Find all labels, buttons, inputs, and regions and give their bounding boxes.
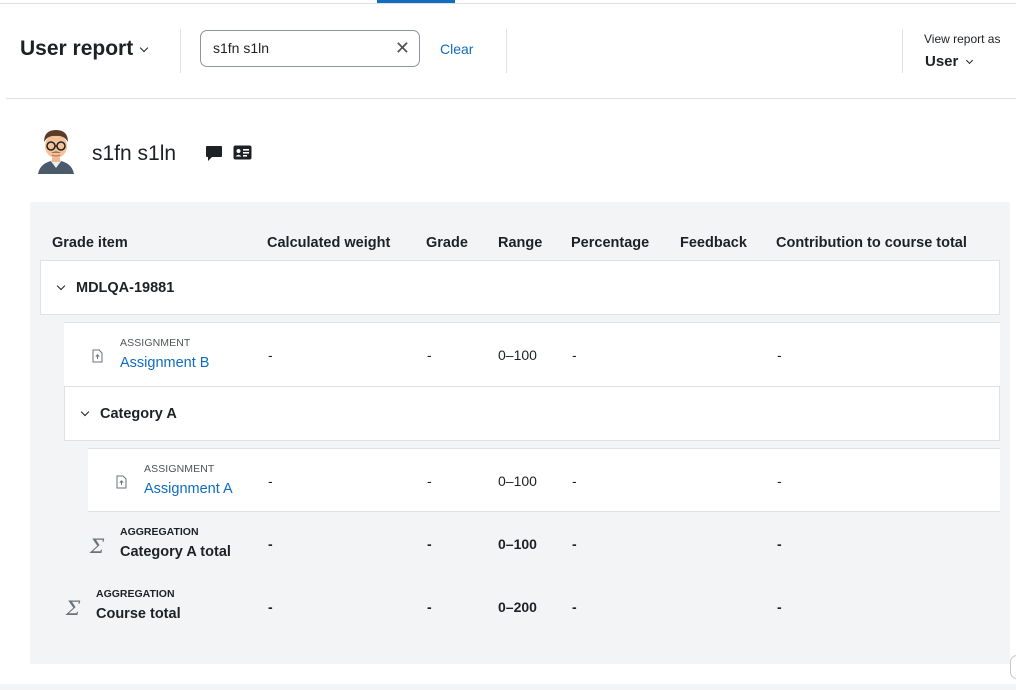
- weight-value: -: [268, 347, 273, 363]
- chevron-down-icon: [139, 43, 149, 52]
- column-header-feedback: Feedback: [680, 235, 747, 251]
- chevron-down-icon: [80, 407, 90, 417]
- column-header-grade: Grade: [426, 235, 468, 251]
- grade-value: -: [427, 473, 432, 489]
- chevron-down-icon: [56, 281, 66, 291]
- user-fullname[interactable]: s1fn s1ln: [92, 142, 176, 166]
- sigma-icon: Σ: [66, 596, 81, 620]
- sigma-icon: Σ: [90, 534, 105, 558]
- column-header-range: Range: [498, 235, 543, 251]
- category-name: MDLQA-19881: [76, 280, 175, 296]
- clear-search-icon[interactable]: ✕: [395, 39, 410, 57]
- column-header-calculated-weight: Calculated weight: [267, 235, 391, 251]
- column-header-contribution: Contribution to course total: [776, 235, 967, 251]
- range-value: 0–200: [498, 599, 537, 615]
- percentage-value: -: [572, 599, 577, 615]
- grade-value: -: [427, 536, 432, 552]
- category-toggle[interactable]: MDLQA-19881: [56, 280, 175, 296]
- item-type-label: AGGREGATION: [120, 526, 199, 538]
- category-row: [64, 386, 1000, 441]
- view-as-dropdown[interactable]: User: [925, 53, 974, 70]
- percentage-value: -: [572, 473, 577, 489]
- item-type-label: AGGREGATION: [96, 588, 175, 600]
- chevron-down-icon: [966, 56, 974, 64]
- column-header-grade-item: Grade item: [52, 235, 128, 251]
- category-row: [40, 260, 1000, 315]
- speech-bubble-icon[interactable]: [205, 145, 223, 162]
- user-avatar[interactable]: [34, 126, 78, 174]
- range-value: 0–100: [498, 473, 537, 489]
- range-value: 0–100: [498, 347, 537, 363]
- header-separator: [180, 29, 181, 73]
- category-toggle[interactable]: Category A: [80, 406, 177, 422]
- aggregation-name: Category A total: [120, 544, 231, 560]
- header-separator: [506, 29, 507, 73]
- report-selector[interactable]: User report: [20, 37, 149, 61]
- contribution-value: -: [777, 536, 782, 552]
- grade-value: -: [427, 599, 432, 615]
- assignment-link[interactable]: Assignment B: [120, 355, 209, 371]
- user-search-input[interactable]: [213, 40, 383, 56]
- table-row: [88, 448, 1000, 512]
- item-type-label: ASSIGNMENT: [144, 463, 215, 475]
- weight-value: -: [268, 599, 273, 615]
- view-as-value: User: [925, 53, 959, 70]
- weight-value: -: [268, 536, 273, 552]
- grade-table: Grade item Calculated weight Grade Range…: [30, 202, 1010, 664]
- assignment-file-icon: [92, 349, 103, 363]
- assignment-file-icon: [116, 475, 127, 489]
- contribution-value: -: [777, 599, 782, 615]
- clear-search-link[interactable]: Clear: [440, 41, 473, 57]
- footer-divider: [0, 684, 1016, 690]
- id-card-icon[interactable]: [233, 145, 252, 160]
- assignment-link[interactable]: Assignment A: [144, 481, 233, 497]
- category-name: Category A: [100, 406, 177, 422]
- report-header-bar: User report ✕ Clear View report as User: [6, 4, 1016, 99]
- range-value: 0–100: [498, 536, 537, 552]
- scroll-handle[interactable]: [1010, 655, 1016, 679]
- percentage-value: -: [572, 347, 577, 363]
- grade-value: -: [427, 347, 432, 363]
- aggregation-name: Course total: [96, 606, 181, 622]
- item-type-label: ASSIGNMENT: [120, 337, 191, 349]
- report-title: User report: [20, 37, 134, 60]
- weight-value: -: [268, 473, 273, 489]
- header-separator: [902, 29, 903, 73]
- percentage-value: -: [572, 536, 577, 552]
- contribution-value: -: [777, 473, 782, 489]
- user-search-box[interactable]: ✕: [200, 30, 420, 67]
- view-as-label: View report as: [924, 32, 1001, 46]
- contribution-value: -: [777, 347, 782, 363]
- column-header-percentage: Percentage: [571, 235, 650, 251]
